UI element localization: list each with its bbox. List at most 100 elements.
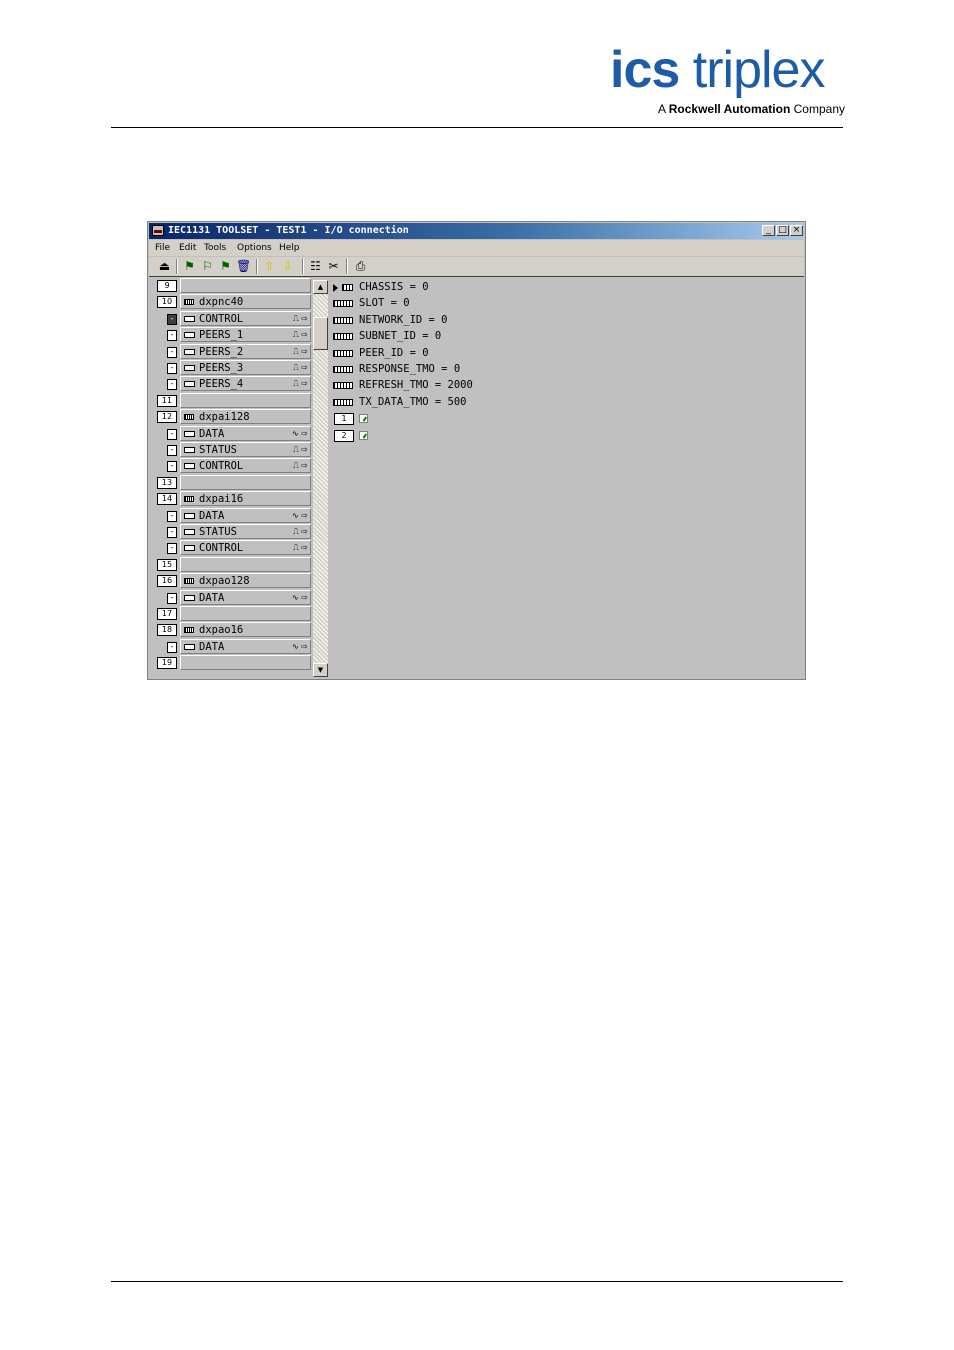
tree-item-cell[interactable]: ⎍ ⇨ STATUS — [180, 524, 311, 539]
tree-item-cell[interactable]: ⎍ ⇨ CONTROL — [180, 540, 311, 556]
param-row[interactable]: REFRESH_TMO = 2000 — [330, 378, 800, 394]
print-icon[interactable]: ⎙ — [353, 259, 368, 274]
collapse-toggle[interactable]: - — [167, 592, 177, 604]
collapse-toggle[interactable]: - — [167, 527, 177, 538]
collapse-toggle[interactable]: - — [167, 461, 177, 473]
tree-item-cell[interactable]: ⎍ ⇨ STATUS — [180, 442, 311, 457]
tree-item-cell[interactable]: dxpao16 — [180, 622, 311, 638]
tree-item-cell[interactable]: ⎍ ⇨ PEERS_1 — [180, 327, 311, 343]
channel-row[interactable]: 2 — [330, 428, 800, 444]
tree-item-cell[interactable]: ⎍ ⇨ PEERS_3 — [180, 360, 311, 375]
collapse-toggle[interactable]: - — [167, 428, 177, 440]
channel-row[interactable]: 1 — [330, 411, 800, 427]
tree-module-row[interactable]: 16 dxpao128 — [149, 573, 313, 589]
properties-icon[interactable]: ☷ — [308, 259, 323, 274]
tree-item-cell[interactable] — [180, 556, 311, 572]
tree-item-cell[interactable] — [180, 474, 311, 490]
tree-io-row[interactable]: - ∿ ⇨ DATA — [149, 638, 313, 655]
collapse-toggle[interactable]: - — [167, 445, 177, 456]
slot-number[interactable]: 10 — [157, 296, 177, 309]
channel-number[interactable]: 1 — [334, 413, 354, 426]
scroll-down-button[interactable]: ▼ — [313, 663, 328, 677]
tree-item-cell[interactable]: ⎍ ⇨ CONTROL — [180, 310, 311, 326]
tree-item-cell[interactable]: dxpnc40 — [180, 294, 311, 310]
channel-number[interactable]: 2 — [334, 429, 354, 442]
tree-io-row[interactable]: - ⎍ ⇨ STATUS — [149, 442, 313, 458]
slot-number[interactable]: 12 — [157, 411, 177, 424]
tree-module-row[interactable]: 14 dxpai16 — [149, 491, 313, 507]
channel-check-icon[interactable] — [359, 430, 368, 440]
arrow-up-icon[interactable]: ⇧ — [262, 259, 277, 274]
menu-help[interactable]: Help — [279, 242, 300, 254]
tree-io-row[interactable]: - ⎍ ⇨ STATUS — [149, 524, 313, 540]
arrow-down-icon[interactable]: ⇩ — [280, 259, 295, 274]
tree-io-row[interactable]: - ⎍ ⇨ CONTROL — [149, 458, 313, 474]
slot-number[interactable]: 19 — [157, 657, 177, 670]
slot-number[interactable]: 13 — [157, 476, 177, 489]
tree-item-cell[interactable] — [180, 606, 311, 621]
tree-slot-row[interactable]: 15 — [149, 556, 313, 573]
tree-item-cell[interactable]: dxpai16 — [180, 491, 311, 507]
tree-io-row[interactable]: - ⎍ ⇨ CONTROL — [149, 310, 313, 327]
collapse-toggle[interactable]: - — [167, 543, 177, 555]
slot-number[interactable]: 16 — [157, 575, 177, 588]
tree-item-cell[interactable]: dxpao128 — [180, 573, 311, 589]
tree-module-row[interactable]: 12 dxpai128 — [149, 409, 313, 425]
minimize-button[interactable]: _ — [762, 225, 775, 236]
tree-slot-row[interactable]: 11 — [149, 392, 313, 409]
tree-io-row[interactable]: - ⎍ ⇨ PEERS_1 — [149, 327, 313, 343]
menu-file[interactable]: File — [155, 242, 170, 254]
collapse-toggle[interactable]: - — [167, 363, 177, 374]
tree-module-row[interactable]: 10 dxpnc40 — [149, 294, 313, 310]
vertical-scrollbar[interactable]: ▲ ▼ — [313, 280, 328, 677]
maximize-button[interactable]: □ — [776, 225, 789, 236]
collapse-toggle[interactable]: - — [167, 346, 177, 358]
param-row[interactable]: TX_DATA_TMO = 500 — [330, 395, 800, 411]
tree-io-row[interactable]: - ⎍ ⇨ PEERS_2 — [149, 343, 313, 360]
tree-item-cell[interactable]: ⎍ ⇨ PEERS_4 — [180, 376, 311, 392]
tree-io-row[interactable]: - ⎍ ⇨ PEERS_4 — [149, 376, 313, 392]
open-icon[interactable]: ⏏ — [157, 259, 172, 274]
tree-item-cell[interactable]: ∿ ⇨ DATA — [180, 638, 311, 654]
scroll-up-button[interactable]: ▲ — [313, 280, 328, 294]
tree-io-row[interactable]: - ⎍ ⇨ PEERS_3 — [149, 360, 313, 376]
tree-slot-row[interactable]: 9 — [149, 278, 313, 294]
param-row[interactable]: SUBNET_ID = 0 — [330, 329, 800, 345]
flag-edit-icon[interactable]: ⚐ — [200, 259, 215, 274]
flag-check-icon[interactable]: ⚑ — [218, 259, 233, 274]
slot-number[interactable]: 17 — [157, 608, 177, 620]
title-bar[interactable]: IEC1131 TOOLSET - TEST1 - I/O connection… — [149, 223, 804, 239]
slot-number[interactable]: 18 — [157, 624, 177, 637]
tree-slot-row[interactable]: 19 — [149, 655, 313, 671]
tree-item-cell[interactable]: ⎍ ⇨ CONTROL — [180, 458, 311, 474]
tree-slot-row[interactable]: 17 — [149, 606, 313, 622]
slot-number[interactable]: 9 — [157, 280, 177, 292]
tree-item-cell[interactable]: dxpai128 — [180, 409, 311, 425]
menu-tools[interactable]: Tools — [204, 242, 226, 254]
collapse-toggle[interactable]: - — [167, 313, 177, 325]
close-button[interactable]: × — [790, 225, 803, 236]
tree-item-cell[interactable]: ∿ ⇨ DATA — [180, 507, 311, 523]
tree-item-cell[interactable]: ∿ ⇨ DATA — [180, 589, 311, 605]
app-icon[interactable] — [152, 225, 164, 236]
tree-io-row[interactable]: - ∿ ⇨ DATA — [149, 507, 313, 524]
slot-number[interactable]: 14 — [157, 493, 177, 506]
tree-io-row[interactable]: - ∿ ⇨ DATA — [149, 425, 313, 442]
chassis-param-row[interactable]: CHASSIS = 0 — [330, 280, 800, 296]
tree-io-row[interactable]: - ⎍ ⇨ CONTROL — [149, 540, 313, 556]
menu-options[interactable]: Options — [237, 242, 272, 254]
scissors-icon[interactable]: ✂ — [326, 259, 341, 274]
slot-number[interactable]: 11 — [157, 394, 177, 407]
collapse-toggle[interactable]: - — [167, 330, 177, 342]
trash-icon[interactable]: 🗑 — [236, 259, 251, 274]
slot-number[interactable]: 15 — [157, 558, 177, 571]
tree-item-cell[interactable] — [180, 278, 311, 293]
param-row[interactable]: SLOT = 0 — [330, 296, 800, 312]
param-row[interactable]: PEER_ID = 0 — [330, 346, 800, 362]
scroll-thumb[interactable] — [313, 317, 328, 350]
collapse-toggle[interactable]: - — [167, 641, 177, 653]
collapse-toggle[interactable]: - — [167, 379, 177, 391]
tree-item-cell[interactable]: ∿ ⇨ DATA — [180, 425, 311, 441]
tree-slot-row[interactable]: 13 — [149, 474, 313, 491]
tree-io-row[interactable]: - ∿ ⇨ DATA — [149, 589, 313, 606]
